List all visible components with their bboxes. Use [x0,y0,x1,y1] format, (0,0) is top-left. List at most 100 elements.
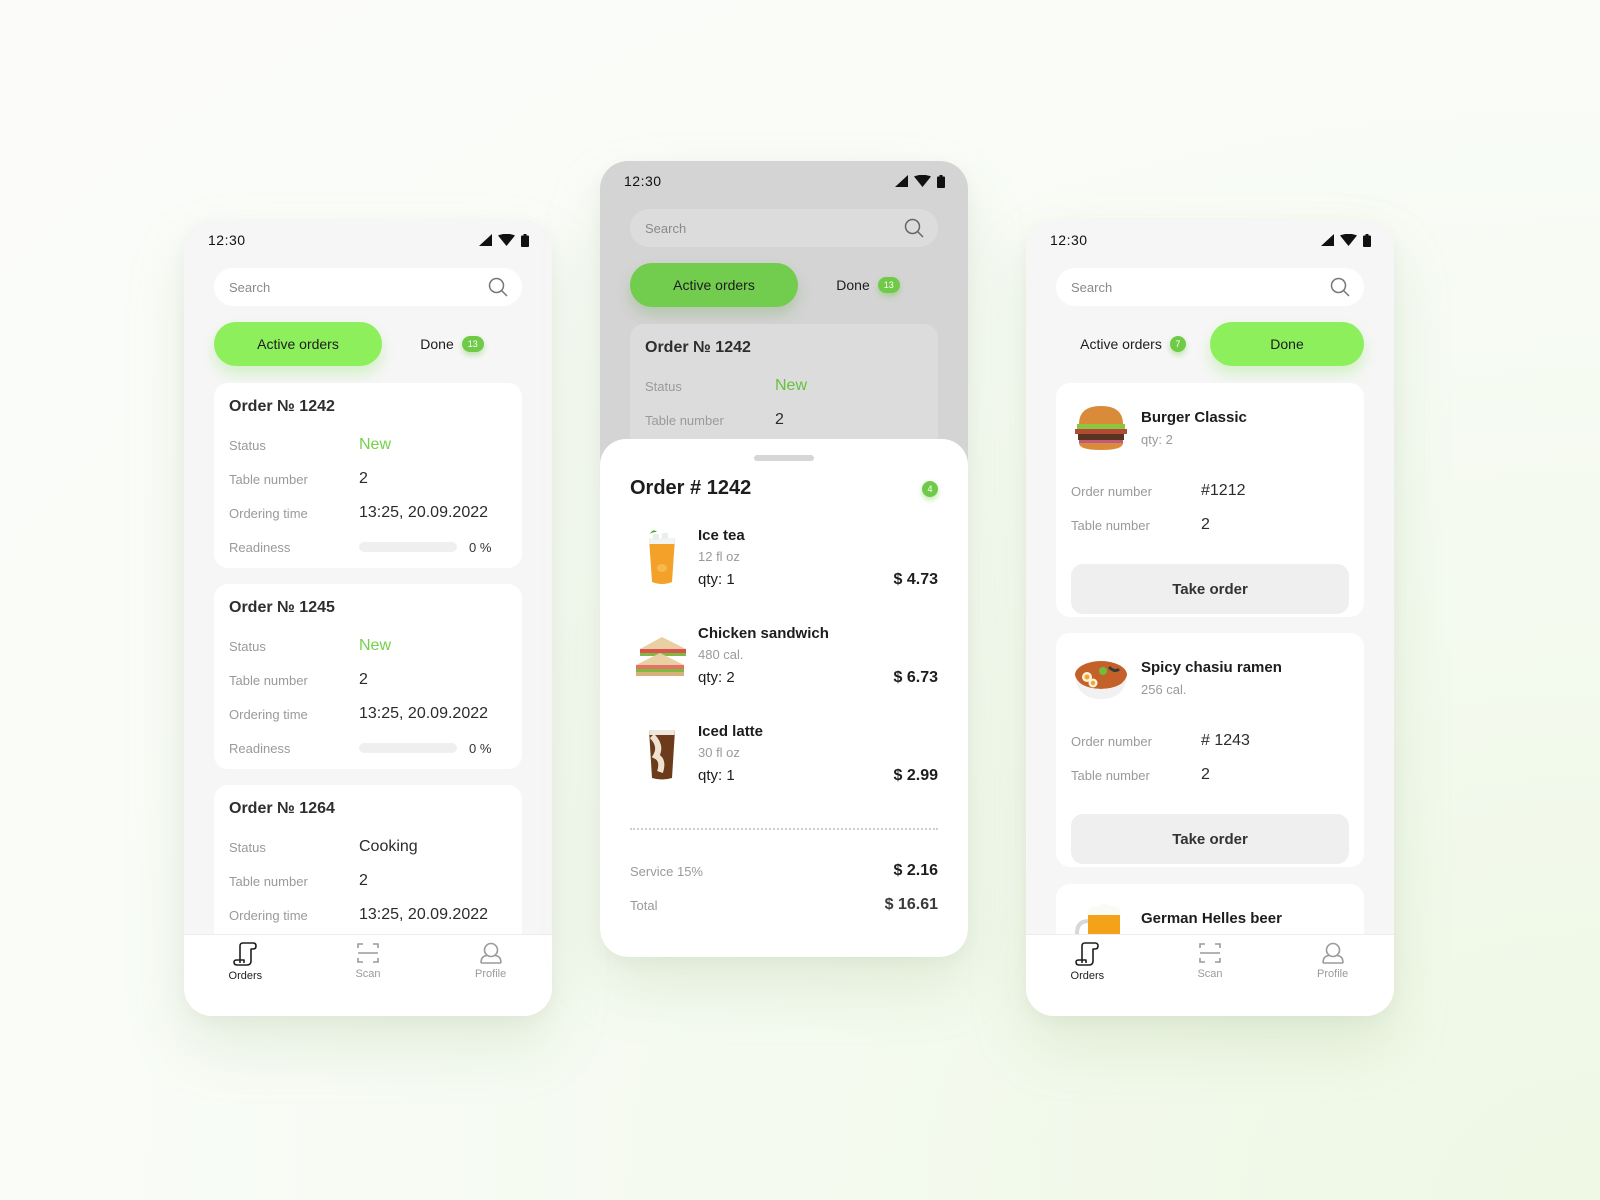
item-size: 30 fl oz [698,745,740,760]
order-title: Order № 1245 [229,599,335,616]
tab-active-orders[interactable]: Active orders [630,263,798,307]
search-bar[interactable] [630,209,938,247]
sheet-drag-handle[interactable] [754,455,814,461]
table-number: 2 [1201,766,1210,783]
readiness-progress [359,542,457,552]
order-card[interactable]: Order № 1242 Status New Table number 2 Ord… [214,383,522,568]
iced-latte-icon [649,730,675,780]
status-time: 12:30 [1050,232,1088,248]
table-number: 2 [359,872,368,889]
order-status: New [359,436,392,453]
status-bar: 12:30 [184,220,552,260]
search-icon[interactable] [1330,277,1350,297]
profile-icon [479,942,502,964]
order-card: Order № 1242 Status New Table number 2 [630,324,938,454]
search-bar[interactable] [214,268,522,306]
dish-qty: qty: 2 [1141,432,1173,447]
status-bar: 12:30 [600,161,968,201]
ordering-time: 13:25, 20.09.2022 [359,906,489,923]
item-name: Ice tea [698,527,745,544]
done-order-card: Spicy chasiu ramen 256 cal. Order number… [1056,633,1364,867]
readiness-percent: 0 % [469,740,492,756]
item-qty: qty: 1 [698,767,735,784]
order-tabs: Active orders 7 Done [1056,322,1364,366]
scan-icon [1199,943,1221,963]
ramen-icon [1075,661,1127,699]
service-amount: $ 2.16 [893,862,938,879]
nav-scan[interactable]: Scan [328,941,408,1016]
search-icon[interactable] [904,218,924,238]
item-count-badge: 4 [922,480,938,497]
order-card[interactable]: Order № 1245 Status New Table number 2 Ord… [214,584,522,769]
search-bar[interactable] [1056,268,1364,306]
order-detail-sheet: Order # 1242 4 Ice tea 12 fl oz qty: 1 $… [600,439,968,957]
search-icon[interactable] [488,277,508,297]
order-status: New [359,637,392,654]
burger-icon [1075,406,1127,450]
table-number: 2 [359,671,368,688]
readiness-progress [359,743,457,753]
item-price: $ 4.73 [893,571,938,588]
item-price: $ 2.99 [893,767,938,784]
order-number: #1212 [1201,482,1246,499]
tab-active-orders[interactable]: Active orders [214,322,382,366]
order-status: New [775,377,808,394]
tab-done[interactable]: Done 13 [798,263,938,307]
tab-done[interactable]: Done [1210,322,1364,366]
item-size: 12 fl oz [698,549,740,564]
order-number: # 1243 [1201,732,1250,749]
order-title: Order № 1242 [645,339,751,356]
search-input[interactable] [229,279,453,295]
nav-orders[interactable]: Orders [1047,941,1127,1016]
nav-orders[interactable]: Orders [205,941,285,1016]
item-name: Iced latte [698,723,764,740]
dish-name: Spicy chasiu ramen [1141,659,1282,676]
divider [630,828,938,830]
nav-scan[interactable]: Scan [1170,941,1250,1016]
ordering-time: 13:25, 20.09.2022 [359,705,489,722]
nav-profile[interactable]: Profile [451,941,531,1016]
table-number: 2 [359,470,368,487]
item-calories: 480 cal. [698,647,744,662]
order-title: Order № 1264 [229,800,335,817]
tab-done[interactable]: Done 13 [382,322,522,366]
phone-order-details: 12:30 Active orders Done 13 Order № 1242… [600,161,968,957]
search-input[interactable] [645,220,869,236]
phone-active-orders: 12:30 Active orders Done 13 Order № 1242… [184,220,552,1016]
scan-icon [357,943,379,963]
ordering-time: 13:25, 20.09.2022 [359,504,489,521]
battery-icon [521,233,529,247]
bottom-nav: Orders Scan Profile [1026,934,1394,1016]
item-qty: qty: 1 [698,571,735,588]
tab-active-orders[interactable]: Active orders 7 [1056,322,1210,366]
search-input[interactable] [1071,279,1295,295]
sandwich-icon [636,637,686,676]
wifi-icon [498,234,515,246]
battery-icon [937,174,945,188]
profile-icon [1321,942,1344,964]
take-order-button[interactable]: Take order [1071,564,1349,614]
item-price: $ 6.73 [893,669,938,686]
readiness-percent: 0 % [469,539,492,555]
item-name: Chicken sandwich [698,625,829,642]
done-order-card: Burger Classic qty: 2 Order number #1212 … [1056,383,1364,617]
order-item: Iced latte 30 fl oz qty: 1 $ 2.99 [630,722,938,794]
order-item: Chicken sandwich 480 cal. qty: 2 $ 6.73 [630,624,938,696]
table-number: 2 [1201,516,1210,533]
order-tabs: Active orders Done 13 [630,263,938,307]
scroll-icon [1075,942,1100,966]
bottom-nav: Orders Scan Profile [184,934,552,1016]
signal-icon [895,175,908,187]
dish-calories: 256 cal. [1141,682,1187,697]
status-bar: 12:30 [1026,220,1394,260]
phone-done-orders: 12:30 Active orders 7 Done [1026,220,1394,1016]
active-count-badge: 7 [1169,336,1186,352]
wifi-icon [914,175,931,187]
order-status: Cooking [359,838,418,855]
service-row: Service 15% $ 2.16 [630,862,938,879]
table-number: 2 [775,411,784,428]
total-row: Total $ 16.61 [630,896,938,913]
nav-profile[interactable]: Profile [1293,941,1373,1016]
take-order-button[interactable]: Take order [1071,814,1349,864]
ice-tea-icon [649,530,675,584]
